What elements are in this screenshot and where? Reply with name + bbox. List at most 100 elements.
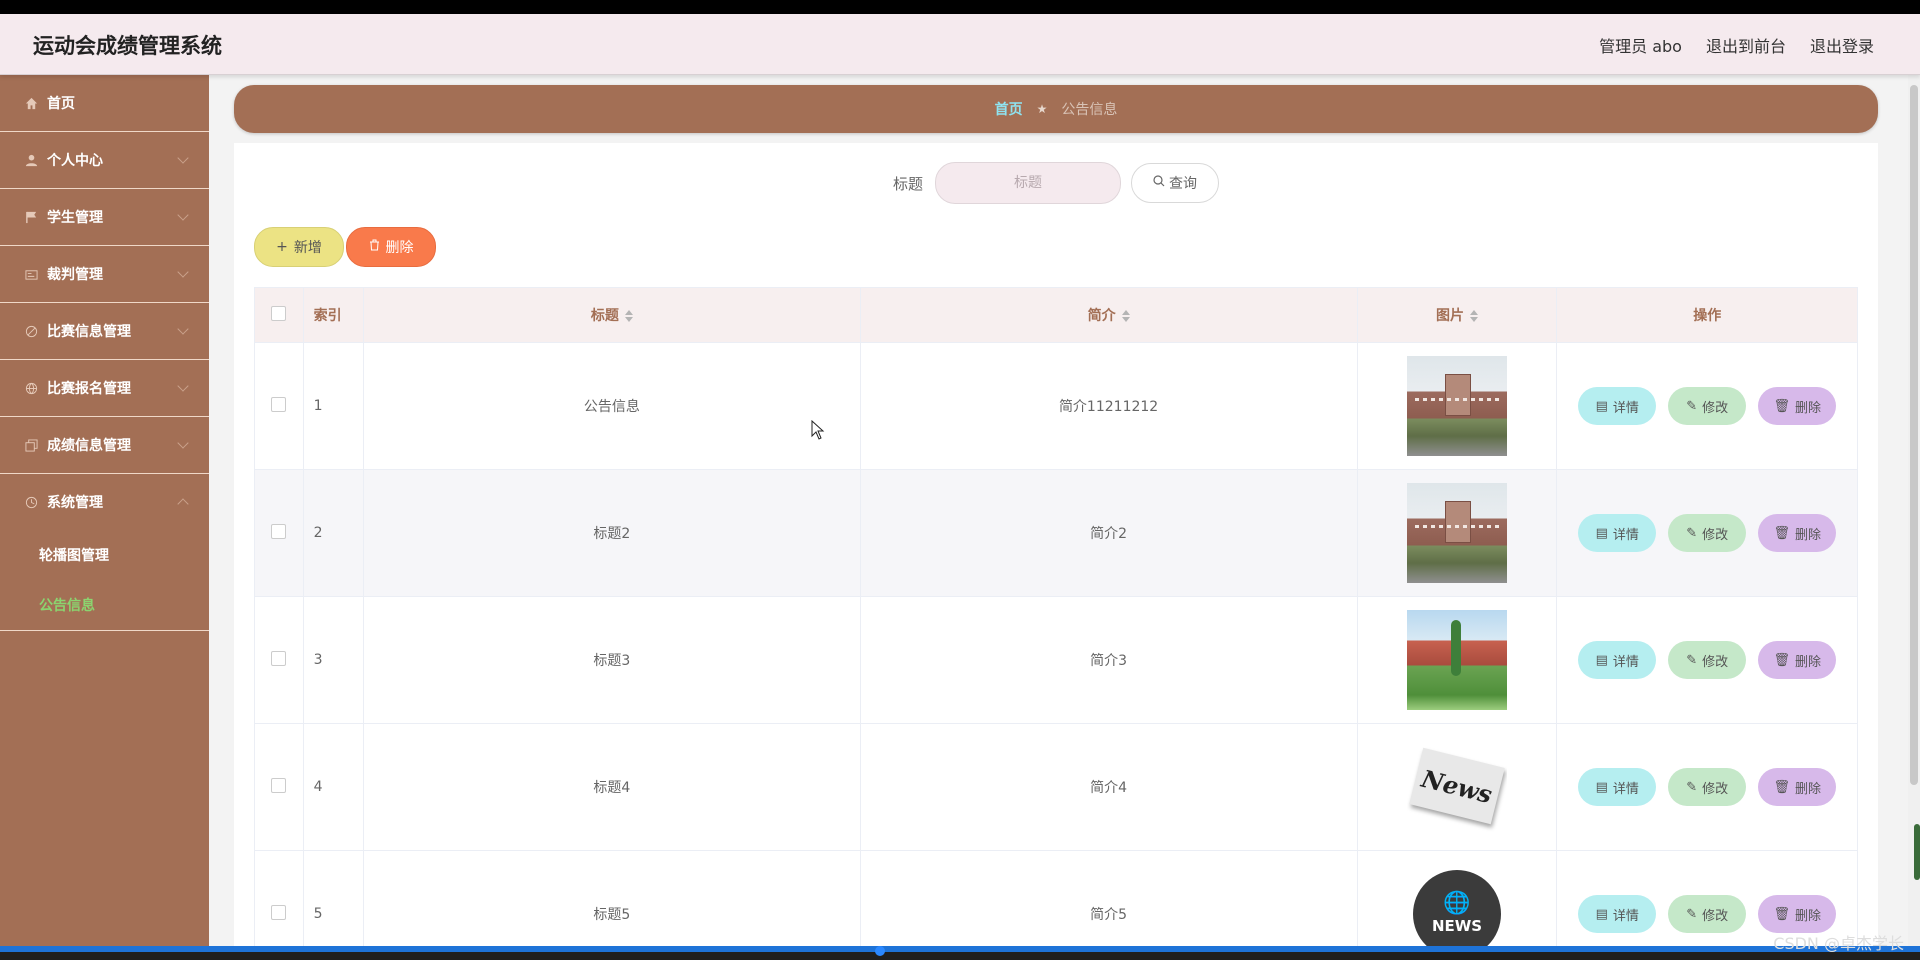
document-icon: ▤ [1595,906,1608,922]
detail-button[interactable]: ▤ 详情 [1578,641,1657,679]
action-buttons: + 新增 删除 [254,227,436,267]
select-all-checkbox[interactable] [271,305,287,321]
edit-button[interactable]: ✎ 修改 [1668,641,1747,679]
row-image-cell: 🌐 NEWS [1356,850,1558,946]
row-select-cell [254,596,304,724]
sidebar-item-label: 比赛信息管理 [47,324,131,340]
delete-button[interactable]: 🗑 删除 [1758,387,1837,425]
row-checkbox[interactable] [271,650,287,666]
scrollbar-thumb[interactable] [1910,85,1918,785]
plus-icon: + [276,239,288,255]
edit-button[interactable]: ✎ 修改 [1668,895,1747,933]
sidebar-item-registration[interactable]: 比赛报名管理 [0,360,209,417]
disabled-icon [24,324,38,338]
row-index: 1 [302,342,365,470]
row-intro: 简介4 [859,723,1358,851]
row-ops: ▤ 详情 ✎ 修改 🗑 删除 [1556,596,1858,724]
campus-image [1407,610,1508,710]
title-search-input[interactable] [935,162,1121,204]
scroll-indicator [1914,824,1920,880]
sidebar-item-system[interactable]: 系统管理 [0,474,209,530]
search-label: 标题 [892,174,923,193]
app-window: 运动会成绩管理系统 管理员 abo 退出到前台 退出登录 首页 个人中心 学生管… [0,14,1920,946]
row-checkbox[interactable] [271,396,287,412]
row-intro: 简介3 [859,596,1358,724]
sidebar-item-label: 系统管理 [47,495,103,511]
row-image-cell [1356,596,1558,724]
detail-label: 详情 [1612,654,1639,670]
edit-label: 修改 [1702,527,1729,543]
newspaper-text: News [1409,747,1505,825]
chevron-down-icon [177,437,189,449]
delete-button[interactable]: 🗑 删除 [1758,641,1837,679]
sidebar-subitem-notices[interactable]: 公告信息 [0,580,209,630]
row-checkbox[interactable] [271,777,287,793]
detail-button[interactable]: ▤ 详情 [1578,387,1657,425]
row-title: 公告信息 [363,342,861,470]
chevron-down-icon [177,209,189,221]
table-row: 2 标题2 简介2 ▤ 详情 ✎ 修改 🗑 删除 [254,469,1858,597]
sidebar: 首页 个人中心 学生管理 裁判管理 比赛信息管理 比赛报名管理 成绩信息管理 系… [0,75,209,946]
top-header: 运动会成绩管理系统 管理员 abo 退出到前台 退出登录 [0,14,1920,75]
pencil-icon: ✎ [1686,652,1698,668]
exit-to-front-link[interactable]: 退出到前台 [1706,33,1786,57]
delete-button[interactable]: 🗑 删除 [1758,514,1837,552]
trash-icon: 🗑 [1773,398,1790,414]
detail-button[interactable]: ▤ 详情 [1578,895,1657,933]
breadcrumb-home-link[interactable]: 首页 [995,99,1023,119]
add-button[interactable]: + 新增 [254,227,344,267]
sidebar-item-scores[interactable]: 成绩信息管理 [0,417,209,474]
row-checkbox[interactable] [271,523,287,539]
sort-icon[interactable] [624,310,633,322]
delete-button[interactable]: 🗑 删除 [1758,768,1837,806]
edit-button[interactable]: ✎ 修改 [1668,387,1747,425]
header-title-label: 标题 [590,308,619,324]
logout-link[interactable]: 退出登录 [1810,33,1874,57]
chevron-up-icon [177,498,189,510]
system-submenu: 轮播图管理 公告信息 [0,530,209,631]
edit-label: 修改 [1702,400,1729,416]
table-row: 3 标题3 简介3 ▤ 详情 ✎ 修改 🗑 删除 [254,596,1858,724]
sidebar-subitem-carousel[interactable]: 轮播图管理 [0,530,209,580]
document-icon: ▤ [1595,779,1608,795]
delete-button[interactable]: 🗑 删除 [1758,895,1837,933]
sidebar-item-label: 成绩信息管理 [47,438,131,454]
edit-label: 修改 [1702,654,1729,670]
clock-icon [24,495,38,509]
header-select-all[interactable] [254,287,304,343]
detail-button[interactable]: ▤ 详情 [1578,514,1657,552]
row-title: 标题4 [363,723,861,851]
batch-delete-button[interactable]: 删除 [346,227,436,267]
table-row: 5 标题5 简介5 🌐 NEWS ▤ 详情 ✎ 修改 🗑 删除 [254,850,1858,946]
sidebar-item-referees[interactable]: 裁判管理 [0,246,209,303]
detail-button[interactable]: ▤ 详情 [1578,768,1657,806]
row-checkbox[interactable] [271,904,287,920]
row-intro: 简介11211212 [859,342,1358,470]
sort-icon[interactable] [1121,310,1130,322]
sort-icon[interactable] [1470,310,1479,322]
header-intro[interactable]: 简介 [859,287,1358,343]
card-icon [24,267,38,281]
header-title[interactable]: 标题 [363,287,861,343]
sidebar-item-profile[interactable]: 个人中心 [0,132,209,189]
trash-icon [369,239,380,255]
detail-label: 详情 [1612,400,1639,416]
breadcrumb-current: 公告信息 [1061,102,1118,118]
edit-button[interactable]: ✎ 修改 [1668,768,1747,806]
add-button-label: 新增 [293,240,322,256]
sidebar-item-home[interactable]: 首页 [0,75,209,132]
row-image-cell [1356,469,1558,597]
sidebar-item-students[interactable]: 学生管理 [0,189,209,246]
row-ops: ▤ 详情 ✎ 修改 🗑 删除 [1556,342,1858,470]
search-button[interactable]: 查询 [1131,163,1219,203]
sidebar-item-competition-info[interactable]: 比赛信息管理 [0,303,209,360]
table-header-row: 索引 标题 简介 图片 操作 [254,287,1858,343]
header-image[interactable]: 图片 [1356,287,1558,343]
delete-label: 删除 [1794,400,1821,416]
delete-label: 删除 [1794,781,1821,797]
table-row: 4 标题4 简介4 News ▤ 详情 ✎ 修改 🗑 删除 [254,723,1858,851]
globe-news-image: 🌐 NEWS [1407,864,1508,946]
edit-button[interactable]: ✎ 修改 [1668,514,1747,552]
pencil-icon: ✎ [1686,906,1698,922]
page-scrollbar[interactable] [1908,75,1920,946]
